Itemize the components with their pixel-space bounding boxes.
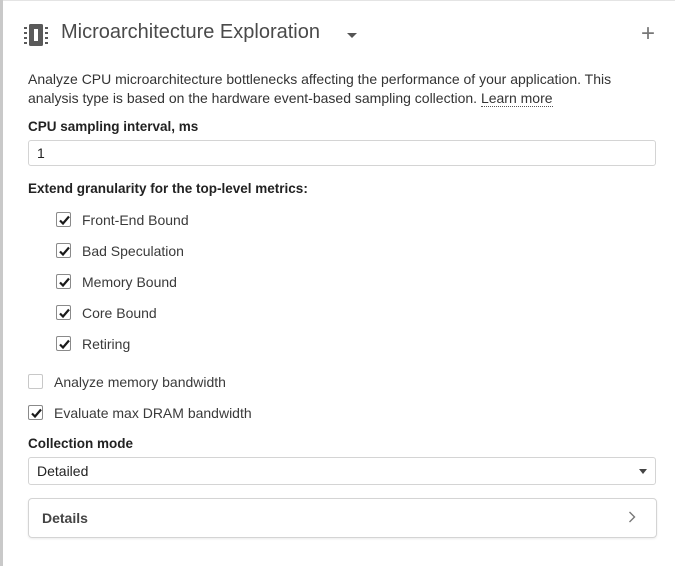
panel-left-border — [0, 0, 3, 566]
collection-mode-select[interactable]: Detailed — [28, 457, 656, 485]
learn-more-link[interactable]: Learn more — [480, 90, 553, 107]
collection-mode-label: Collection mode — [28, 436, 134, 451]
checkbox-checked[interactable] — [56, 243, 71, 258]
chevron-down-icon — [639, 469, 647, 474]
checkbox-label: Retiring — [82, 336, 131, 352]
chevron-right-icon — [628, 510, 636, 528]
checkbox-unchecked[interactable] — [28, 374, 43, 389]
checkbox-label: Front-End Bound — [82, 212, 189, 228]
analysis-header: Microarchitecture Exploration + — [23, 20, 657, 50]
sampling-interval-input[interactable] — [28, 140, 656, 166]
checkbox-label: Analyze memory bandwidth — [54, 374, 226, 390]
checkbox-checked[interactable] — [28, 405, 43, 420]
analysis-description: Analyze CPU microarchitecture bottleneck… — [28, 70, 628, 108]
checkbox-checked[interactable] — [56, 274, 71, 289]
sampling-interval-label: CPU sampling interval, ms — [28, 119, 199, 134]
checkbox-label: Bad Speculation — [82, 243, 184, 259]
checkbox-checked[interactable] — [56, 305, 71, 320]
checkbox-label: Memory Bound — [82, 274, 177, 290]
collection-mode-value: Detailed — [37, 463, 89, 479]
panel-top-border — [3, 0, 675, 1]
granularity-label: Extend granularity for the top-level met… — [28, 181, 308, 196]
checkbox-label: Evaluate max DRAM bandwidth — [54, 405, 252, 421]
checkbox-label: Core Bound — [82, 305, 157, 321]
checkbox-checked[interactable] — [56, 212, 71, 227]
details-section[interactable]: Details — [28, 498, 657, 538]
analysis-title[interactable]: Microarchitecture Exploration — [61, 21, 320, 44]
chip-icon — [23, 22, 49, 48]
checkbox-checked[interactable] — [56, 336, 71, 351]
plus-icon[interactable]: + — [641, 22, 655, 46]
title-dropdown-caret-icon[interactable] — [347, 33, 357, 38]
details-label: Details — [42, 510, 88, 526]
